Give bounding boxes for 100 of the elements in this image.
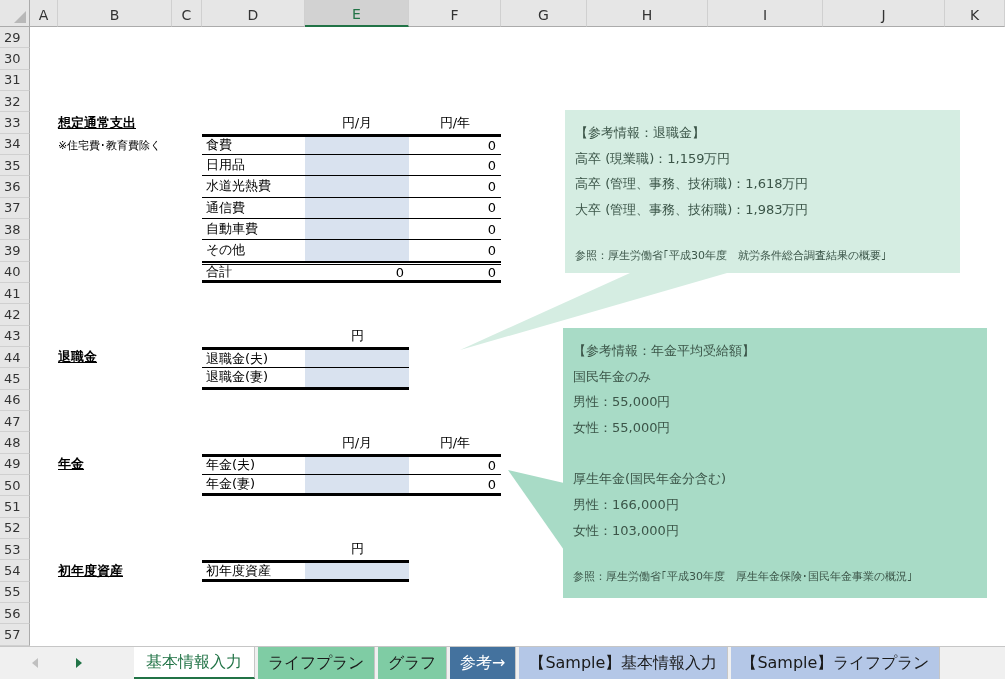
callout-source: 参照：厚生労働省｢平成30年度 厚生年金保険･国民年金事業の概況｣ bbox=[573, 569, 913, 583]
row-header[interactable]: 33 bbox=[0, 112, 30, 134]
callout-text: 高卒 (管理、事務、技術職)：1,618万円 bbox=[575, 175, 809, 194]
row-label: 水道光熱費 bbox=[206, 177, 271, 196]
callout-source: 参照：厚生労働省｢平成30年度 就労条件総合調査結果の概要｣ bbox=[575, 249, 887, 263]
column-header[interactable]: K bbox=[945, 0, 1005, 27]
sheet-tab[interactable]: 参考→ bbox=[450, 647, 517, 679]
row-header[interactable]: 37 bbox=[0, 197, 30, 219]
row-header[interactable]: 51 bbox=[0, 496, 30, 518]
sheet-tab[interactable]: 基本情報入力 bbox=[134, 647, 255, 679]
total-value: 0 bbox=[395, 264, 404, 280]
row-header[interactable]: 50 bbox=[0, 474, 30, 497]
sheet-tab[interactable]: グラフ bbox=[378, 647, 447, 679]
yearly-value: 0 bbox=[487, 137, 496, 153]
column-header[interactable]: D bbox=[202, 0, 305, 27]
row-header[interactable]: 38 bbox=[0, 218, 30, 241]
unit-header: 円/月 bbox=[341, 433, 373, 452]
input-cell[interactable] bbox=[305, 133, 409, 155]
yearly-value: 0 bbox=[487, 221, 496, 237]
row-label: 退職金(妻) bbox=[206, 368, 269, 387]
column-header[interactable]: B bbox=[58, 0, 172, 27]
yearly-value: 0 bbox=[487, 178, 496, 194]
input-cell[interactable] bbox=[305, 346, 409, 369]
column-header[interactable]: C bbox=[172, 0, 202, 27]
callout-text: 女性：55,000円 bbox=[573, 419, 671, 438]
sheet-tab[interactable]: 【Sample】ライフプラン bbox=[731, 647, 941, 679]
unit-header: 円 bbox=[350, 326, 364, 345]
input-cell[interactable] bbox=[305, 218, 409, 241]
callout-title: 【参考情報：年金平均受給額】 bbox=[573, 341, 755, 360]
column-header[interactable]: F bbox=[409, 0, 501, 27]
sheet-tab[interactable]: 【Sample】基本情報入力 bbox=[519, 647, 729, 679]
row-header[interactable]: 42 bbox=[0, 304, 30, 326]
section-title: 想定通常支出 bbox=[58, 113, 136, 132]
row-label: 年金(妻) bbox=[206, 475, 256, 494]
row-header[interactable]: 54 bbox=[0, 560, 30, 582]
yearly-value: 0 bbox=[487, 457, 496, 473]
section-title: 初年度資産 bbox=[58, 561, 123, 580]
unit-header: 円/年 bbox=[439, 433, 471, 452]
row-label: 合計 bbox=[206, 263, 232, 282]
row-header[interactable]: 40 bbox=[0, 261, 30, 283]
row-header[interactable]: 46 bbox=[0, 389, 30, 411]
column-header[interactable]: G bbox=[501, 0, 587, 27]
column-header[interactable]: A bbox=[30, 0, 58, 27]
column-header[interactable]: I bbox=[708, 0, 823, 27]
section-title: 退職金 bbox=[58, 348, 97, 367]
row-label: 退職金(夫) bbox=[206, 349, 269, 368]
row-header[interactable]: 57 bbox=[0, 624, 30, 646]
input-cell[interactable] bbox=[305, 197, 409, 219]
callout-title: 【参考情報：退職金】 bbox=[575, 123, 705, 142]
row-header[interactable]: 36 bbox=[0, 176, 30, 198]
row-header[interactable]: 47 bbox=[0, 410, 30, 433]
column-header[interactable]: H bbox=[587, 0, 708, 27]
row-header[interactable]: 56 bbox=[0, 602, 30, 625]
row-label: 食費 bbox=[206, 136, 232, 155]
row-header[interactable]: 29 bbox=[0, 27, 30, 49]
row-header[interactable]: 35 bbox=[0, 154, 30, 177]
row-header[interactable]: 55 bbox=[0, 581, 30, 603]
row-header[interactable]: 30 bbox=[0, 48, 30, 70]
input-cell[interactable] bbox=[305, 560, 409, 582]
yearly-value: 0 bbox=[487, 200, 496, 216]
callout-text: 大卒 (管理、事務、技術職)：1,983万円 bbox=[575, 201, 809, 220]
input-cell[interactable] bbox=[305, 154, 409, 177]
input-cell[interactable] bbox=[305, 240, 409, 262]
row-label: 初年度資産 bbox=[206, 561, 271, 580]
row-header[interactable]: 32 bbox=[0, 91, 30, 113]
row-header[interactable]: 45 bbox=[0, 368, 30, 390]
section-title: 年金 bbox=[58, 454, 84, 473]
row-label: 自動車費 bbox=[206, 220, 258, 239]
row-header[interactable]: 31 bbox=[0, 69, 30, 91]
yearly-value: 0 bbox=[487, 476, 496, 492]
column-header[interactable]: E bbox=[305, 0, 409, 27]
row-header[interactable]: 39 bbox=[0, 240, 30, 262]
callout-text: 女性：103,000円 bbox=[573, 521, 679, 540]
unit-header: 円 bbox=[350, 540, 364, 559]
row-label: 日用品 bbox=[206, 156, 245, 175]
input-cell[interactable] bbox=[305, 176, 409, 198]
row-label: 通信費 bbox=[206, 198, 245, 217]
callout-text: 男性：166,000円 bbox=[573, 495, 679, 514]
row-header[interactable]: 49 bbox=[0, 453, 30, 475]
yearly-value: 0 bbox=[487, 157, 496, 173]
input-cell[interactable] bbox=[305, 368, 409, 390]
row-header[interactable]: 53 bbox=[0, 538, 30, 561]
callout-text: 男性：55,000円 bbox=[573, 393, 671, 412]
sheet-tab[interactable]: ライフプラン bbox=[258, 647, 375, 679]
row-label: 年金(夫) bbox=[206, 456, 256, 475]
yearly-value: 0 bbox=[487, 242, 496, 258]
input-cell[interactable] bbox=[305, 453, 409, 475]
row-header[interactable]: 41 bbox=[0, 282, 30, 305]
callout-text: 高卒 (現業職)：1,159万円 bbox=[575, 149, 731, 168]
unit-header: 円/年 bbox=[439, 113, 471, 132]
unit-header: 円/月 bbox=[341, 113, 373, 132]
column-header[interactable]: J bbox=[823, 0, 945, 27]
row-header[interactable]: 43 bbox=[0, 325, 30, 347]
row-label: その他 bbox=[206, 241, 245, 260]
row-header[interactable]: 44 bbox=[0, 346, 30, 369]
yearly-value: 0 bbox=[487, 264, 496, 280]
row-header[interactable]: 52 bbox=[0, 517, 30, 539]
row-header[interactable]: 34 bbox=[0, 133, 30, 155]
row-header[interactable]: 48 bbox=[0, 432, 30, 454]
input-cell[interactable] bbox=[305, 474, 409, 497]
